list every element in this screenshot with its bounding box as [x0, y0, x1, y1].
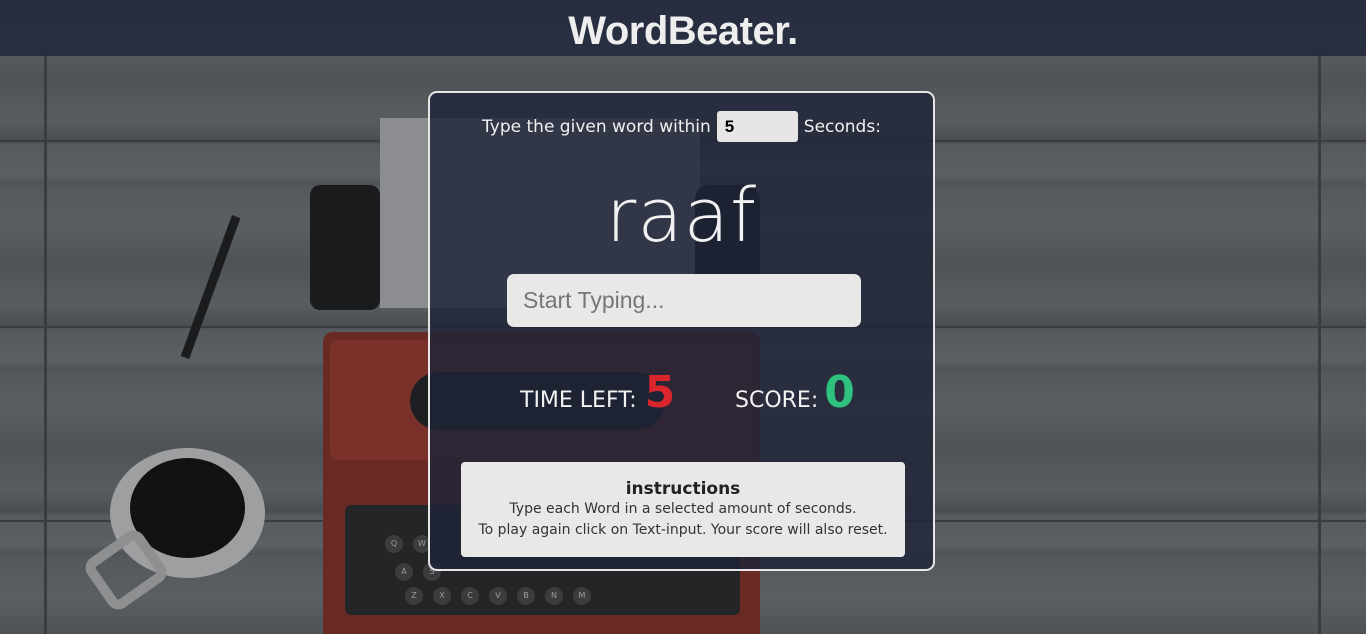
word-input[interactable] — [507, 274, 861, 327]
typewriter-key: V — [489, 587, 507, 605]
typewriter-lever — [180, 215, 241, 360]
typewriter-key: Q — [385, 535, 403, 553]
seconds-input[interactable] — [716, 111, 798, 142]
score-value: 0 — [824, 367, 855, 418]
typewriter-key: M — [573, 587, 591, 605]
typewriter-roller-left — [310, 185, 380, 310]
intro-line: Type the given word within Seconds: — [430, 111, 933, 142]
instructions-panel: instructions Type each Word in a selecte… — [461, 462, 905, 557]
top-header: WordBeater. — [0, 0, 1366, 56]
intro-text-before: Type the given word within — [482, 116, 711, 137]
game-card: Type the given word within Seconds: raaf… — [428, 91, 935, 571]
current-word: raaf — [605, 173, 758, 259]
typewriter-key: A — [395, 563, 413, 581]
brand-logo: WordBeater. — [568, 8, 798, 53]
time-left-value: 5 — [644, 367, 676, 418]
time-left-stat: TIME LEFT: 5 — [520, 367, 675, 418]
plank-seam — [1318, 0, 1321, 634]
plank-seam — [44, 0, 47, 634]
instructions-line: Type each Word in a selected amount of s… — [509, 501, 857, 517]
score-stat: SCORE: 0 — [735, 367, 855, 418]
score-label: SCORE: — [735, 388, 819, 413]
stats-row: TIME LEFT: 5 SCORE: 0 — [430, 367, 933, 427]
instructions-line: To play again click on Text-input. Your … — [478, 522, 888, 538]
typewriter-key: Z — [405, 587, 423, 605]
intro-text-after: Seconds: — [803, 116, 881, 137]
time-left-label: TIME LEFT: — [520, 388, 637, 413]
instructions-title: instructions — [625, 479, 741, 499]
typewriter-key: C — [461, 587, 479, 605]
typewriter-key: N — [545, 587, 563, 605]
typewriter-key: X — [433, 587, 451, 605]
typewriter-key: B — [517, 587, 535, 605]
